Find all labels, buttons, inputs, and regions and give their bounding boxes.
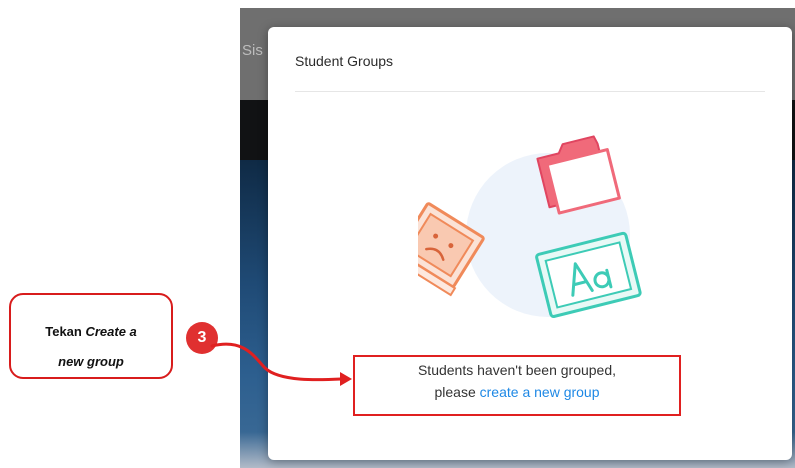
callout-prefix: Tekan (45, 324, 86, 339)
callout-emphasis-2: new group (58, 354, 124, 369)
student-groups-modal: Student Groups Students haven't been gro… (268, 27, 792, 460)
empty-state-message: Students haven't been grouped, please cr… (355, 359, 679, 403)
callout-line1: Tekan Create a (11, 317, 171, 347)
instruction-callout: Tekan Create a new group (9, 293, 173, 379)
step-number-badge: 3 (186, 322, 218, 354)
create-new-group-link[interactable]: create a new group (480, 384, 600, 400)
empty-state-illustration (418, 135, 642, 318)
empty-message-line1: Students haven't been grouped, (417, 362, 617, 378)
modal-divider (295, 91, 765, 92)
empty-message-prefix: please (434, 384, 480, 400)
callout-emphasis-1: Create a (85, 324, 137, 339)
modal-title: Student Groups (295, 53, 394, 69)
callout-line2: new group (11, 347, 171, 377)
background-partial-title: Sis (242, 42, 263, 59)
empty-message-line2: please create a new group (355, 381, 679, 403)
